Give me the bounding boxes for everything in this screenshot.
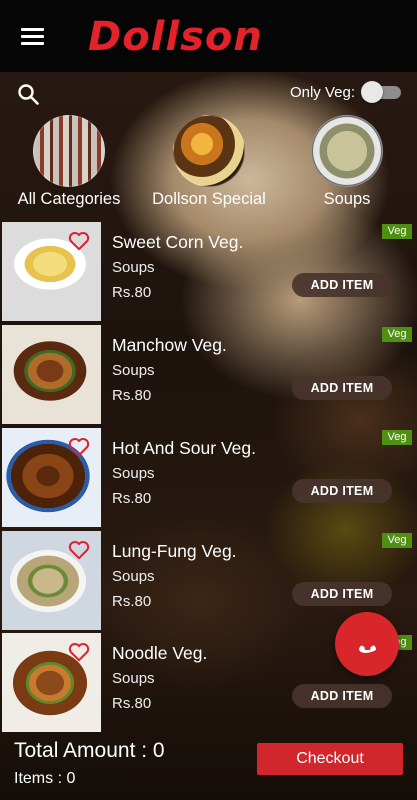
item-name: Noodle Veg. — [112, 643, 208, 663]
add-item-button[interactable]: ADD ITEM — [292, 684, 392, 708]
item-price: Rs.80 — [112, 490, 152, 507]
category-dollson-special[interactable]: Dollson Special — [149, 115, 269, 209]
menu-item[interactable]: Hot And Sour Veg. Soups Rs.80 Veg ADD IT… — [0, 428, 417, 528]
category-all[interactable]: All Categories — [14, 115, 124, 209]
item-category: Soups — [112, 362, 155, 379]
favorite-heart-icon[interactable] — [68, 642, 90, 662]
item-price: Rs.80 — [112, 695, 152, 712]
add-item-button[interactable]: ADD ITEM — [292, 582, 392, 606]
item-image — [2, 222, 101, 321]
item-category: Soups — [112, 259, 155, 276]
item-name: Lung-Fung Veg. — [112, 541, 237, 561]
category-all-label: All Categories — [17, 190, 121, 208]
favorite-heart-icon[interactable] — [68, 231, 90, 251]
category-dollson-special-label: Dollson Special — [152, 190, 266, 208]
checkout-button[interactable]: Checkout — [257, 743, 403, 775]
cart-footer: Total Amount : 0 Items : 0 Checkout — [0, 735, 417, 800]
item-category: Soups — [112, 568, 155, 585]
item-image — [2, 531, 101, 630]
item-image — [2, 633, 101, 732]
category-dollson-special-image — [173, 115, 245, 187]
items-count: Items : 0 — [14, 770, 76, 787]
app-header: Dollson — [0, 0, 417, 72]
search-icon[interactable] — [16, 82, 40, 106]
favorite-heart-icon[interactable] — [68, 540, 90, 560]
item-image — [2, 325, 101, 424]
favorite-heart-icon[interactable] — [68, 437, 90, 457]
item-name: Manchow Veg. — [112, 335, 227, 355]
category-bar: All Categories Dollson Special Soups — [0, 115, 417, 215]
category-soups-image — [311, 115, 383, 187]
add-item-button[interactable]: ADD ITEM — [292, 376, 392, 400]
category-soups-label: Soups — [323, 190, 371, 208]
hamburger-menu-icon[interactable] — [21, 28, 44, 46]
veg-badge: Veg — [382, 533, 412, 548]
only-veg-switch[interactable] — [361, 81, 405, 103]
item-name: Sweet Corn Veg. — [112, 232, 244, 252]
item-price: Rs.80 — [112, 284, 152, 301]
veg-badge: Veg — [382, 430, 412, 445]
veg-badge: Veg — [382, 327, 412, 342]
item-price: Rs.80 — [112, 593, 152, 610]
item-image — [2, 428, 101, 527]
menu-item[interactable]: Sweet Corn Veg. Soups Rs.80 Veg ADD ITEM — [0, 222, 417, 322]
brand-logo: Dollson — [88, 14, 263, 60]
total-amount: Total Amount : 0 — [14, 739, 165, 762]
veg-badge: Veg — [382, 224, 412, 239]
only-veg-filter: Only Veg: — [290, 80, 405, 104]
item-category: Soups — [112, 670, 155, 687]
category-all-image — [33, 115, 105, 187]
item-category: Soups — [112, 465, 155, 482]
add-item-button[interactable]: ADD ITEM — [292, 273, 392, 297]
add-item-button[interactable]: ADD ITEM — [292, 479, 392, 503]
item-price: Rs.80 — [112, 387, 152, 404]
menu-item[interactable]: Manchow Veg. Soups Rs.80 Veg ADD ITEM — [0, 325, 417, 425]
only-veg-label: Only Veg: — [289, 83, 355, 101]
category-soups[interactable]: Soups — [308, 115, 386, 209]
item-name: Hot And Sour Veg. — [112, 438, 256, 458]
phone-icon — [359, 645, 377, 653]
call-button[interactable] — [335, 612, 399, 676]
